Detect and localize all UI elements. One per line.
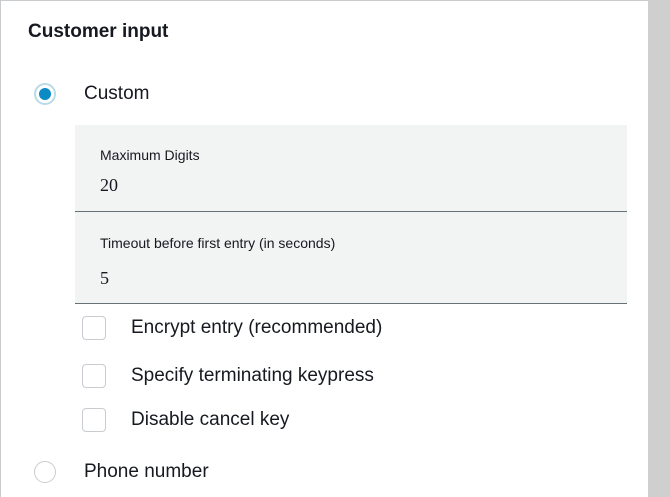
checkbox-empty-icon[interactable] — [82, 316, 106, 340]
scrollbar[interactable] — [648, 0, 670, 497]
checkbox-label-disable-cancel: Disable cancel key — [131, 409, 290, 430]
radio-unselected-icon[interactable] — [34, 461, 56, 483]
timeout-field[interactable]: Timeout before first entry (in seconds) … — [75, 212, 627, 304]
checkbox-label-encrypt: Encrypt entry (recommended) — [131, 317, 383, 338]
radio-option-custom[interactable]: Custom — [34, 82, 149, 106]
radio-label-phone-number: Phone number — [84, 461, 209, 482]
maximum-digits-label: Maximum Digits — [100, 147, 200, 163]
timeout-value[interactable]: 5 — [100, 268, 109, 289]
timeout-label: Timeout before first entry (in seconds) — [100, 235, 336, 251]
checkbox-empty-icon[interactable] — [82, 408, 106, 432]
maximum-digits-field[interactable]: Maximum Digits 20 — [75, 125, 627, 212]
radio-label-custom: Custom — [84, 83, 150, 104]
section-title: Customer input — [28, 21, 169, 42]
customer-input-panel: Customer input Custom Maximum Digits 20 … — [0, 0, 648, 497]
maximum-digits-value[interactable]: 20 — [100, 175, 118, 196]
checkbox-empty-icon[interactable] — [82, 364, 106, 388]
checkbox-row-terminating-keypress[interactable]: Specify terminating keypress — [82, 363, 374, 389]
checkbox-row-encrypt[interactable]: Encrypt entry (recommended) — [82, 315, 382, 341]
checkbox-row-disable-cancel[interactable]: Disable cancel key — [82, 407, 289, 433]
radio-selected-icon[interactable] — [34, 83, 56, 105]
radio-option-phone-number[interactable]: Phone number — [34, 460, 209, 484]
checkbox-label-terminating-keypress: Specify terminating keypress — [131, 365, 374, 386]
